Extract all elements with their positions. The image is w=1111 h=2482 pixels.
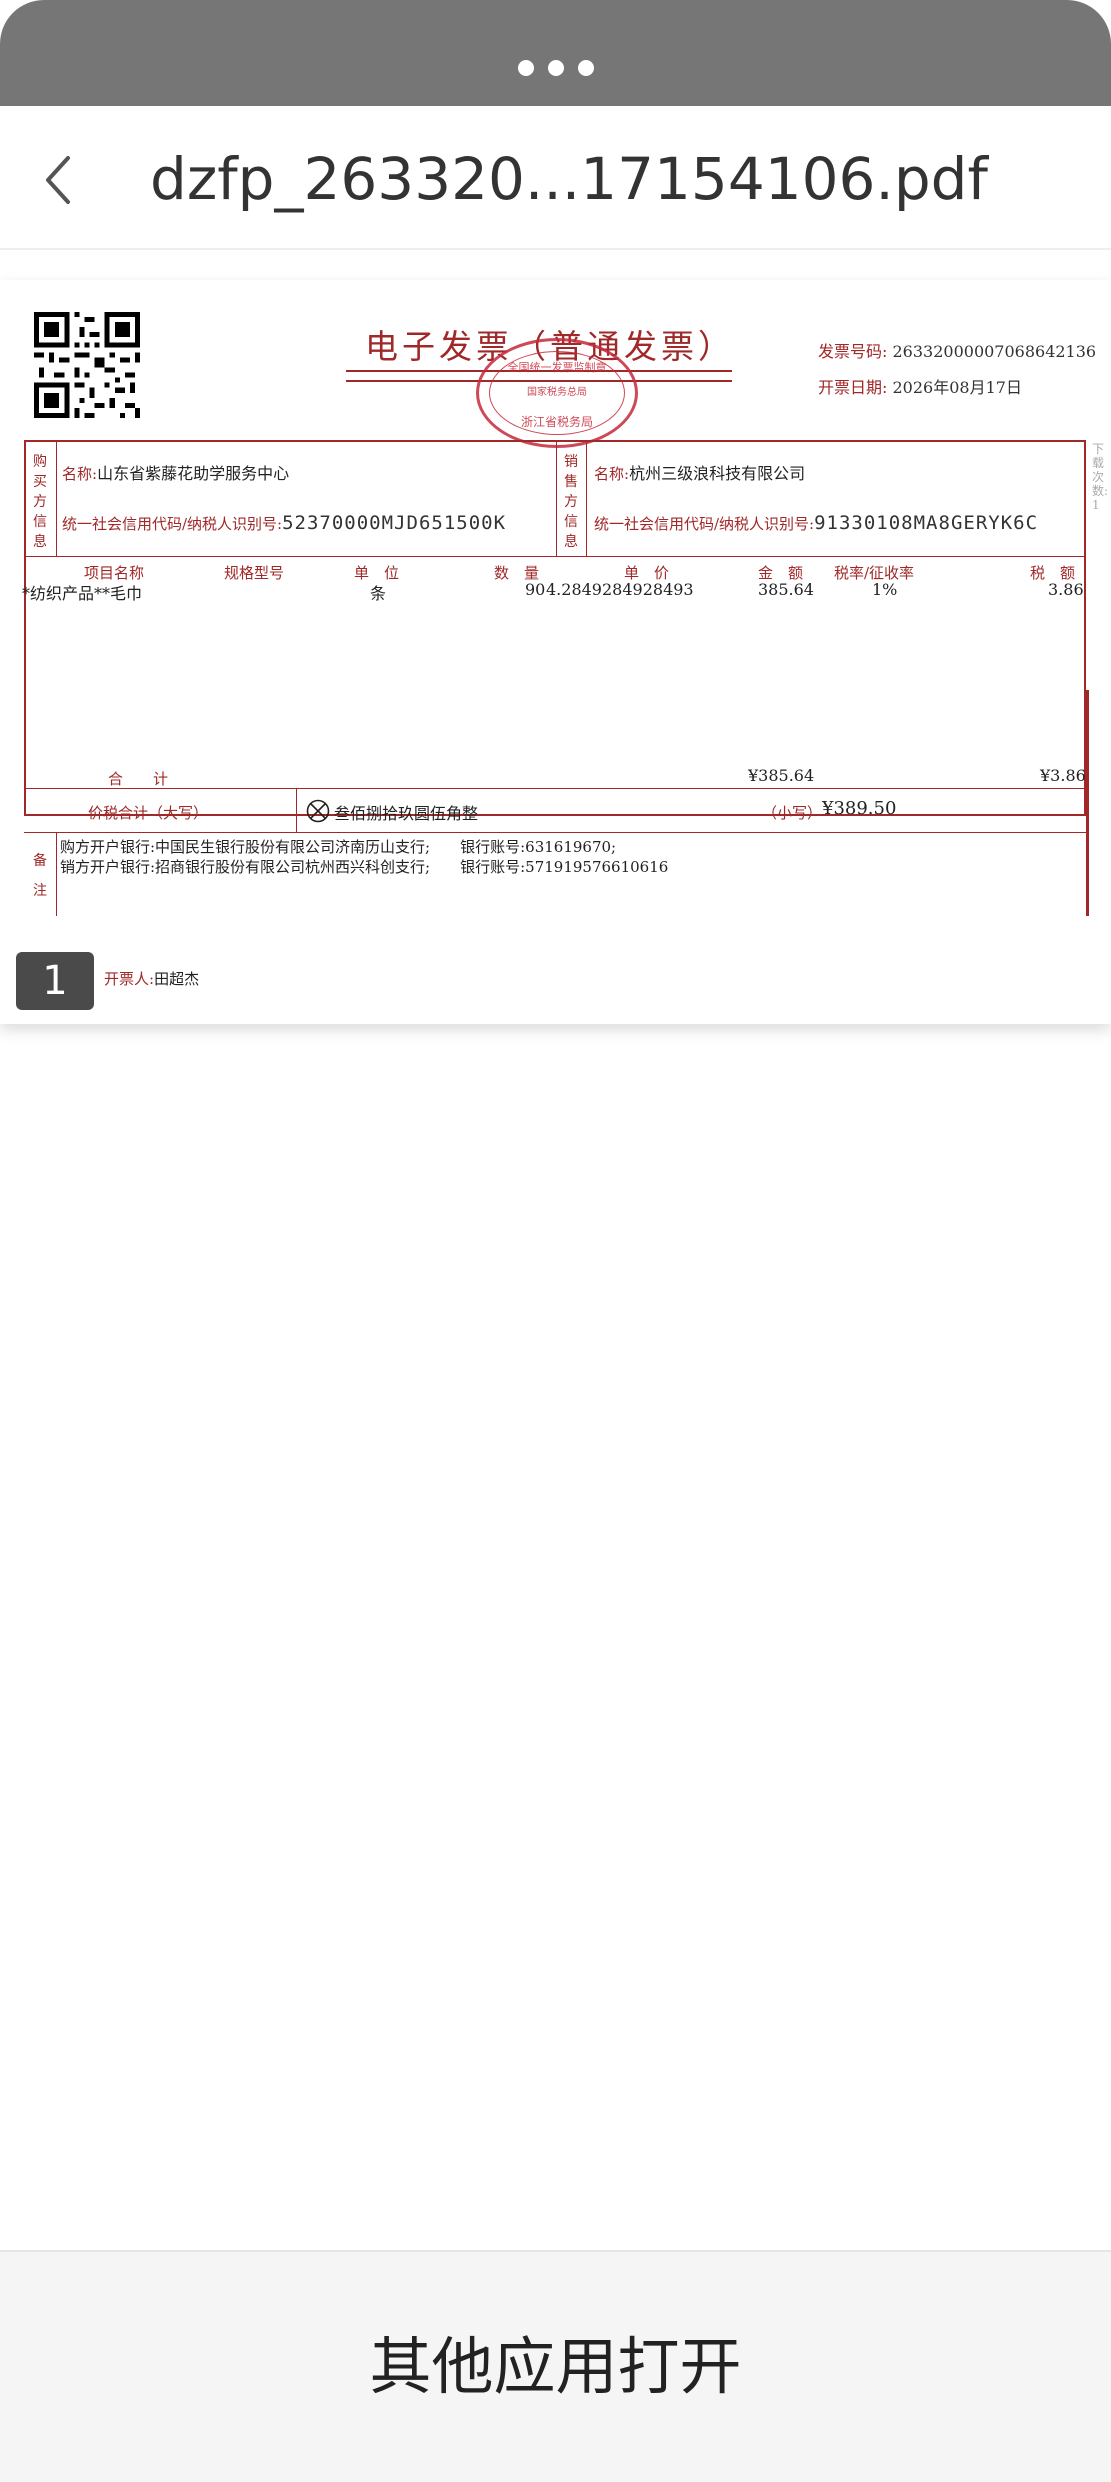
seller-tax-id-label: 统一社会信用代码/纳税人识别号: bbox=[594, 515, 815, 533]
total-small-value: ¥389.50 bbox=[822, 798, 897, 819]
col-spec: 规格型号 bbox=[224, 564, 285, 582]
subtotal-amount: ¥385.64 bbox=[748, 766, 815, 785]
divider bbox=[56, 440, 57, 556]
invoice-date-label: 开票日期: bbox=[818, 378, 888, 397]
remarks-label: 备注 bbox=[33, 853, 47, 899]
seller-name-value: 杭州三级浪科技有限公司 bbox=[629, 464, 806, 483]
item-tax: 3.86 bbox=[1048, 580, 1084, 599]
subtotal-label: 合 计 bbox=[108, 770, 169, 788]
seller-tax-id-value: 91330108MA8GERYK6C bbox=[814, 512, 1039, 534]
seller-section-label: 销售方信息 bbox=[564, 454, 578, 550]
total-caps-label: 价税合计（大写） bbox=[88, 804, 209, 822]
item-name: *纺织产品**毛巾 bbox=[22, 584, 143, 603]
total-small-label: （小写） bbox=[762, 804, 823, 822]
divider bbox=[56, 832, 57, 916]
total-caps-value: 叁佰捌拾玖圆伍角整 bbox=[334, 804, 479, 823]
item-unit-price: 4.2849284928493 bbox=[546, 580, 694, 599]
tax-seal: 全国统一发票监制章 国家税务总局 浙江省税务局 bbox=[476, 338, 638, 448]
seal-text-mid: 国家税务总局 bbox=[527, 387, 587, 398]
buyer-tax-id-value: 52370000MJD651500K bbox=[282, 512, 507, 534]
download-count: 下载次数: 1 bbox=[1092, 442, 1109, 512]
subtotal-tax: ¥3.86 bbox=[1040, 766, 1086, 785]
invoice-number: 发票号码: 26332000007068642136 bbox=[818, 338, 1096, 362]
divider bbox=[296, 788, 297, 832]
seller-name: 名称:杭州三级浪科技有限公司 bbox=[594, 460, 805, 484]
item-unit: 条 bbox=[370, 584, 387, 603]
item-amount: 385.64 bbox=[758, 580, 814, 599]
buyer-tax-id: 统一社会信用代码/纳税人识别号:52370000MJD651500K bbox=[62, 512, 506, 534]
seal-text-bottom: 浙江省税务局 bbox=[520, 415, 593, 429]
page-number-badge: 1 bbox=[16, 952, 94, 1010]
buyer-name-label: 名称: bbox=[62, 465, 98, 483]
back-arrow-icon[interactable] bbox=[40, 150, 80, 210]
buyer-section-label: 购买方信息 bbox=[33, 454, 47, 550]
divider bbox=[556, 440, 557, 556]
file-title: dzfp_263320...17154106.pdf bbox=[150, 145, 988, 213]
invoice-number-label: 发票号码: bbox=[818, 342, 888, 361]
seal-text-top: 全国统一发票监制章 bbox=[507, 361, 607, 374]
header: dzfp_263320...17154106.pdf bbox=[0, 106, 1111, 250]
qr-code bbox=[34, 312, 140, 418]
invoice-date-value: 2026年08月17日 bbox=[892, 378, 1022, 397]
divider bbox=[24, 788, 1086, 789]
item-quantity: 90 bbox=[525, 580, 546, 599]
remark-line: 购方开户银行:中国民生银行股份有限公司济南历山支行; 银行账号:63161967… bbox=[60, 838, 617, 856]
issuer-value: 田超杰 bbox=[154, 970, 200, 988]
divider bbox=[24, 832, 1086, 833]
divider bbox=[1086, 690, 1089, 916]
top-bar bbox=[0, 0, 1111, 106]
divider bbox=[586, 440, 587, 556]
buyer-tax-id-label: 统一社会信用代码/纳税人识别号: bbox=[62, 515, 283, 533]
divider bbox=[24, 556, 1086, 557]
open-with-other-app-button[interactable]: 其他应用打开 bbox=[0, 2252, 1111, 2482]
invoice-number-value: 26332000007068642136 bbox=[892, 342, 1097, 361]
invoice-table bbox=[24, 440, 1086, 816]
issuer: 开票人:田超杰 bbox=[104, 968, 199, 989]
buyer-name: 名称:山东省紫藤花助学服务中心 bbox=[62, 460, 289, 484]
seller-tax-id: 统一社会信用代码/纳税人识别号:91330108MA8GERYK6C bbox=[594, 512, 1038, 534]
issuer-label: 开票人: bbox=[104, 970, 155, 988]
remark-line: 销方开户银行:招商银行股份有限公司杭州西兴科创支行; 银行账号:57191957… bbox=[60, 858, 669, 876]
seller-name-label: 名称: bbox=[594, 465, 630, 483]
pdf-page: 电子发票（普通发票） 全国统一发票监制章 国家税务总局 浙江省税务局 发票号码:… bbox=[0, 280, 1111, 1024]
bottom-action-bar: 其他应用打开 bbox=[0, 2250, 1111, 2482]
invoice-date: 开票日期: 2026年08月17日 bbox=[818, 374, 1022, 398]
invoice-document: 电子发票（普通发票） 全国统一发票监制章 国家税务总局 浙江省税务局 发票号码:… bbox=[0, 280, 1111, 1024]
item-tax-rate: 1% bbox=[872, 580, 898, 599]
cross-circle-icon bbox=[306, 799, 330, 823]
more-options-icon[interactable] bbox=[518, 60, 594, 76]
buyer-name-value: 山东省紫藤花助学服务中心 bbox=[97, 464, 290, 483]
